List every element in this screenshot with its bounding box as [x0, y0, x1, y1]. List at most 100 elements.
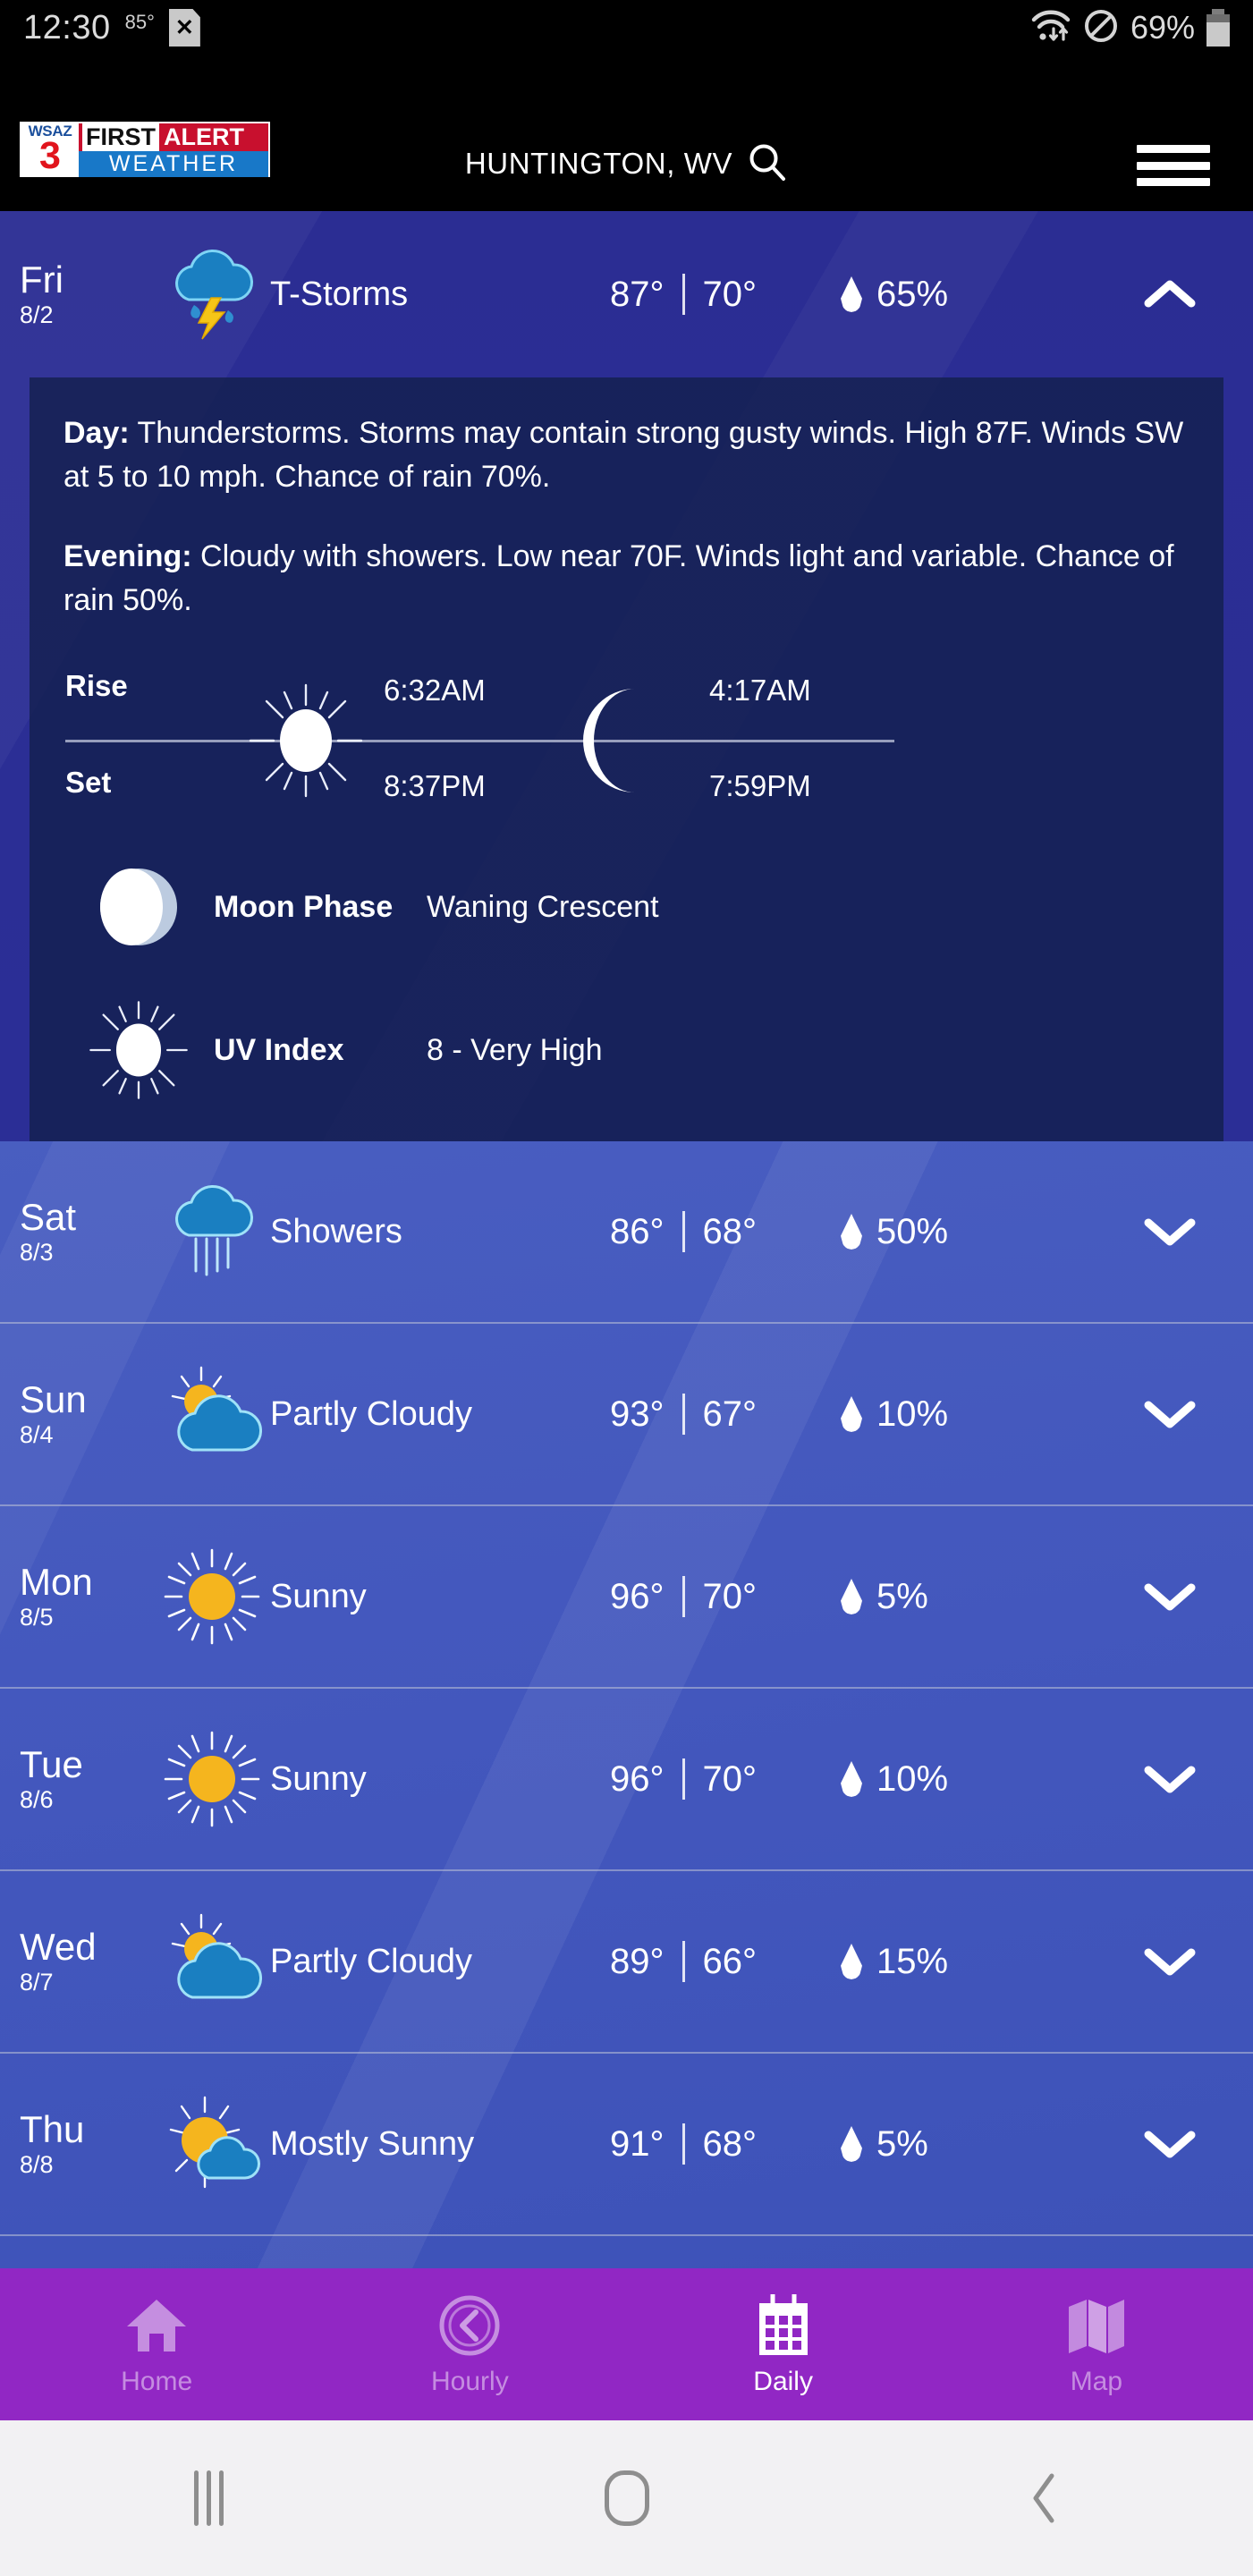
- forecast-row[interactable]: Mon 8/5 Sunny 96° 70° 5%: [0, 1506, 1253, 1689]
- precip-percent: 10%: [876, 1758, 949, 1799]
- temperature-range: 96° 70°: [549, 1758, 817, 1800]
- temp-divider: [682, 2123, 685, 2165]
- home-circle-icon: [604, 2470, 649, 2526]
- forecast-row-today[interactable]: Fri 8/2 T-Storms 87° 70° 65%: [0, 211, 1253, 377]
- temp-divider: [682, 1394, 685, 1435]
- day-name: Sun: [20, 1378, 87, 1420]
- status-bar-left: 12:30 85° ✕: [23, 9, 200, 47]
- low-temp: 70°: [702, 274, 758, 314]
- logo-first-alert-row: FIRST ALERT: [79, 123, 268, 151]
- condition-label: Partly Cloudy: [270, 1942, 472, 1980]
- chevron-down-icon: [1144, 1583, 1195, 1611]
- expand-toggle[interactable]: [1086, 1396, 1253, 1432]
- horizon-line: [65, 740, 894, 742]
- forecast-row[interactable]: Thu 8/8 Mostly Sunny 91° 68° 5%: [0, 2054, 1253, 2236]
- status-bar-right: 69%: [1030, 8, 1230, 48]
- forecast-row[interactable]: Sun 8/4 Partly Cloudy 93° 67° 10%: [0, 1324, 1253, 1506]
- forecast-row[interactable]: Wed 8/7 Partly Cloudy 89° 66° 15%: [0, 1871, 1253, 2054]
- expand-toggle[interactable]: [1086, 1579, 1253, 1614]
- moon-phase-label: Moon Phase: [214, 889, 394, 924]
- moon-phase-icon: [63, 869, 214, 945]
- app-header-spacer: [0, 55, 1253, 116]
- condition-label: T-Storms: [270, 275, 409, 313]
- nav-item-home[interactable]: Home: [0, 2268, 313, 2420]
- condition-label: Partly Cloudy: [270, 1394, 472, 1433]
- uv-index-label: UV Index: [214, 1032, 344, 1067]
- low-temp: 70°: [702, 1576, 758, 1616]
- evening-forecast-label: Evening:: [63, 539, 192, 573]
- sun-moon-rise-set: Rise Set 6:32AM 8:37PM 4:17AM 7:59PM: [63, 669, 1190, 814]
- hamburger-menu-icon[interactable]: [1137, 145, 1210, 186]
- logo-first-text: FIRST: [82, 123, 159, 151]
- high-temp: 86°: [610, 1211, 665, 1251]
- today-detail-panel: Day: Thunderstorms. Storms may contain s…: [30, 377, 1223, 1141]
- recents-button[interactable]: [0, 2470, 418, 2526]
- high-temp: 96°: [610, 1576, 665, 1616]
- day-column: Mon 8/5: [0, 1562, 154, 1631]
- chevron-down-icon: [1144, 1218, 1195, 1246]
- nav-item-daily[interactable]: Daily: [627, 2268, 940, 2420]
- forecast-row[interactable]: Tue 8/6 Sunny 96° 70° 10%: [0, 1689, 1253, 1871]
- day-date: 8/4: [20, 1421, 54, 1448]
- chevron-down-icon: [1144, 2131, 1195, 2158]
- water-drop-icon: [841, 1944, 862, 1979]
- rise-label: Rise: [65, 669, 128, 702]
- home-button[interactable]: [418, 2470, 835, 2526]
- do-not-disturb-icon: [1083, 8, 1119, 48]
- forecast-rows-container: Sat 8/3 Showers 86° 68° 50% Sun 8/4 Part…: [0, 1141, 1253, 2236]
- sunset-time: 8:37PM: [384, 769, 486, 802]
- collapse-toggle[interactable]: [1086, 276, 1253, 312]
- day-column: Thu 8/8: [0, 2109, 154, 2179]
- moon-lit-area: [100, 869, 163, 945]
- forecast-row[interactable]: Sat 8/3 Showers 86° 68° 50%: [0, 1141, 1253, 1324]
- nav-item-hourly[interactable]: Hourly: [313, 2268, 626, 2420]
- logo-text-block: FIRST ALERT WEATHER: [79, 123, 268, 177]
- water-drop-icon: [841, 2126, 862, 2162]
- water-drop-icon: [841, 276, 862, 312]
- thunderstorm-icon: [154, 244, 270, 344]
- nav-item-map[interactable]: Map: [940, 2268, 1253, 2420]
- temperature-range: 86° 68°: [549, 1211, 817, 1252]
- expand-toggle[interactable]: [1086, 1944, 1253, 1979]
- status-bar-clock: 12:30: [23, 9, 111, 47]
- expand-toggle[interactable]: [1086, 1761, 1253, 1797]
- day-name: Thu: [20, 2108, 85, 2150]
- expand-toggle[interactable]: [1086, 2126, 1253, 2162]
- precipitation-group: 5%: [817, 2124, 1086, 2165]
- precip-percent: 5%: [876, 1576, 928, 1616]
- condition-label: Sunny: [270, 1577, 367, 1615]
- temperature-range: 91° 68°: [549, 2123, 817, 2165]
- day-forecast-label: Day:: [63, 416, 130, 450]
- day-date: 8/8: [20, 2151, 54, 2178]
- recents-icon: [194, 2470, 224, 2526]
- day-column: Tue 8/6: [0, 1744, 154, 1814]
- evening-forecast-body: Cloudy with showers. Low near 70F. Winds…: [63, 539, 1174, 617]
- map-icon: [1063, 2292, 1130, 2360]
- precipitation-group: 50%: [817, 1212, 1086, 1252]
- temperature-range: 89° 66°: [549, 1941, 817, 1982]
- day-column: Sun 8/4: [0, 1379, 154, 1449]
- phone-screen: 12:30 85° ✕ 69% WSAZ 3 FIRST ALERT WEATH…: [0, 0, 1253, 2576]
- precip-percent: 50%: [876, 1211, 949, 1251]
- moon-phase-glyph: [100, 869, 177, 945]
- sunny-icon: [154, 1729, 270, 1829]
- condition-label: Sunny: [270, 1759, 367, 1798]
- nav-label-daily: Daily: [753, 2367, 813, 2396]
- back-button[interactable]: [835, 2470, 1253, 2526]
- wsaz-first-alert-weather-logo: WSAZ 3 FIRST ALERT WEATHER: [20, 122, 270, 177]
- moon-phase-value: Waning Crescent: [427, 889, 659, 924]
- today-forecast-block: Fri 8/2 T-Storms 87° 70° 65% Day: Thunde…: [0, 211, 1253, 1141]
- temp-divider: [682, 1211, 685, 1252]
- search-icon[interactable]: [747, 141, 788, 187]
- nav-label-home: Home: [121, 2367, 193, 2396]
- high-temp: 91°: [610, 2123, 665, 2164]
- expand-toggle[interactable]: [1086, 1214, 1253, 1250]
- android-navigation-bar: [0, 2420, 1253, 2576]
- precip-percent: 10%: [876, 1394, 949, 1434]
- chevron-down-icon: [1144, 1766, 1195, 1793]
- moon-phase-row: Moon Phase Waning Crescent: [63, 857, 1190, 957]
- daily-forecast-list: Fri 8/2 T-Storms 87° 70° 65% Day: Thunde…: [0, 211, 1253, 2268]
- android-status-bar: 12:30 85° ✕ 69%: [0, 0, 1253, 55]
- day-date: 8/3: [20, 1239, 54, 1266]
- precipitation-group: 5%: [817, 1577, 1086, 1617]
